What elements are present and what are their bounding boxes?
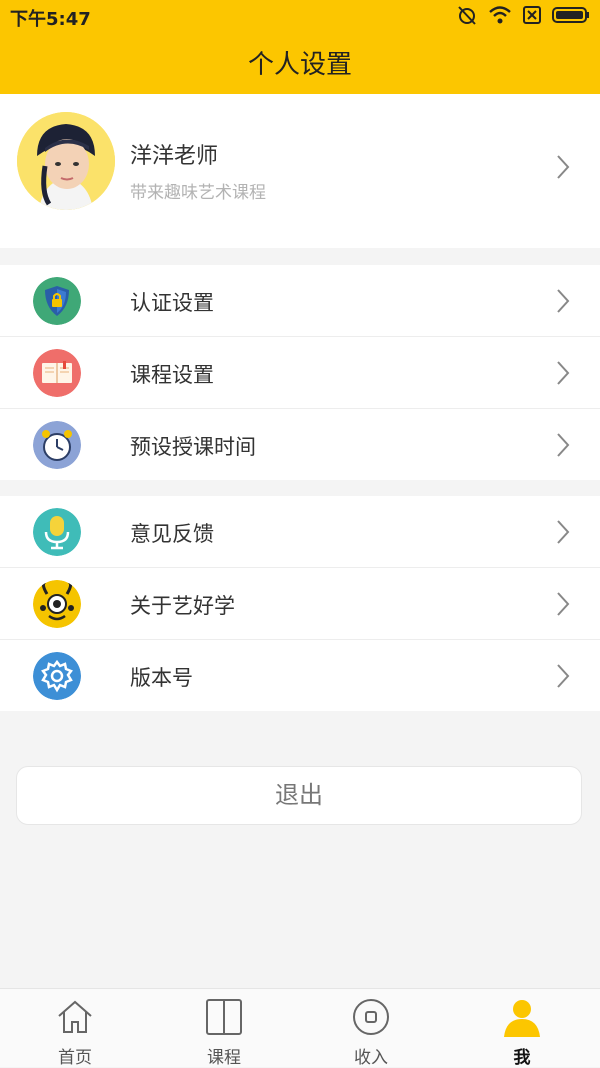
tab-label: 首页 — [58, 1048, 92, 1068]
logout-button[interactable]: 退出 — [16, 766, 582, 825]
chevron-right-icon — [556, 519, 570, 545]
settings-group-1: 认证设置 课程设置 预设授课时间 — [0, 265, 600, 480]
tab-courses[interactable]: 课程 — [149, 989, 299, 1068]
status-bar: 下午5:47 — [0, 0, 600, 33]
settings-row-teaching-time[interactable]: 预设授课时间 — [0, 409, 600, 480]
tab-label: 我 — [513, 1048, 531, 1068]
status-time: 下午5:47 — [10, 9, 91, 30]
avatar-illustration — [17, 112, 115, 210]
chevron-right-icon — [556, 591, 570, 617]
row-label: 课程设置 — [130, 363, 214, 387]
mascot-icon — [33, 580, 81, 628]
settings-row-about[interactable]: 关于艺好学 — [0, 568, 600, 640]
book-open-icon — [204, 997, 244, 1037]
row-label: 关于艺好学 — [130, 594, 235, 618]
tab-home[interactable]: 首页 — [0, 989, 150, 1068]
chevron-right-icon — [556, 432, 570, 458]
home-icon — [55, 997, 95, 1037]
user-icon — [502, 997, 542, 1037]
row-label: 版本号 — [130, 666, 193, 690]
settings-row-course[interactable]: 课程设置 — [0, 337, 600, 409]
alarm-clock-icon — [33, 421, 81, 469]
tab-bar: 首页 课程 收入 我 — [0, 988, 600, 1068]
page-title: 个人设置 — [247, 50, 352, 80]
chevron-right-icon — [556, 288, 570, 314]
shield-icon — [33, 277, 81, 325]
chevron-right-icon — [556, 663, 570, 689]
profile-card[interactable]: 洋洋老师 带来趣味艺术课程 — [0, 94, 600, 248]
no-sim-icon — [522, 5, 542, 29]
row-label: 意见反馈 — [130, 522, 214, 546]
avatar — [17, 112, 115, 210]
profile-subtitle: 带来趣味艺术课程 — [130, 183, 266, 203]
settings-row-feedback[interactable]: 意见反馈 — [0, 496, 600, 568]
chevron-right-icon — [556, 360, 570, 386]
settings-row-version[interactable]: 版本号 — [0, 640, 600, 711]
microphone-icon — [33, 508, 81, 556]
settings-row-certification[interactable]: 认证设置 — [0, 265, 600, 337]
tab-income[interactable]: 收入 — [296, 989, 446, 1068]
status-icons — [456, 5, 590, 29]
book-icon — [33, 349, 81, 397]
profile-name: 洋洋老师 — [130, 144, 219, 169]
gear-icon — [33, 652, 81, 700]
settings-group-2: 意见反馈 关于艺好学 版本号 — [0, 496, 600, 711]
tab-label: 课程 — [207, 1048, 241, 1068]
tab-label: 收入 — [354, 1048, 388, 1068]
title-bar: 个人设置 — [0, 33, 600, 94]
tab-me[interactable]: 我 — [447, 989, 597, 1068]
alarm-off-icon — [456, 4, 478, 30]
battery-icon — [552, 6, 590, 28]
chevron-right-icon — [556, 154, 570, 180]
row-label: 认证设置 — [130, 291, 214, 315]
wifi-icon — [488, 5, 512, 29]
row-label: 预设授课时间 — [130, 435, 256, 459]
coin-icon — [351, 997, 391, 1037]
